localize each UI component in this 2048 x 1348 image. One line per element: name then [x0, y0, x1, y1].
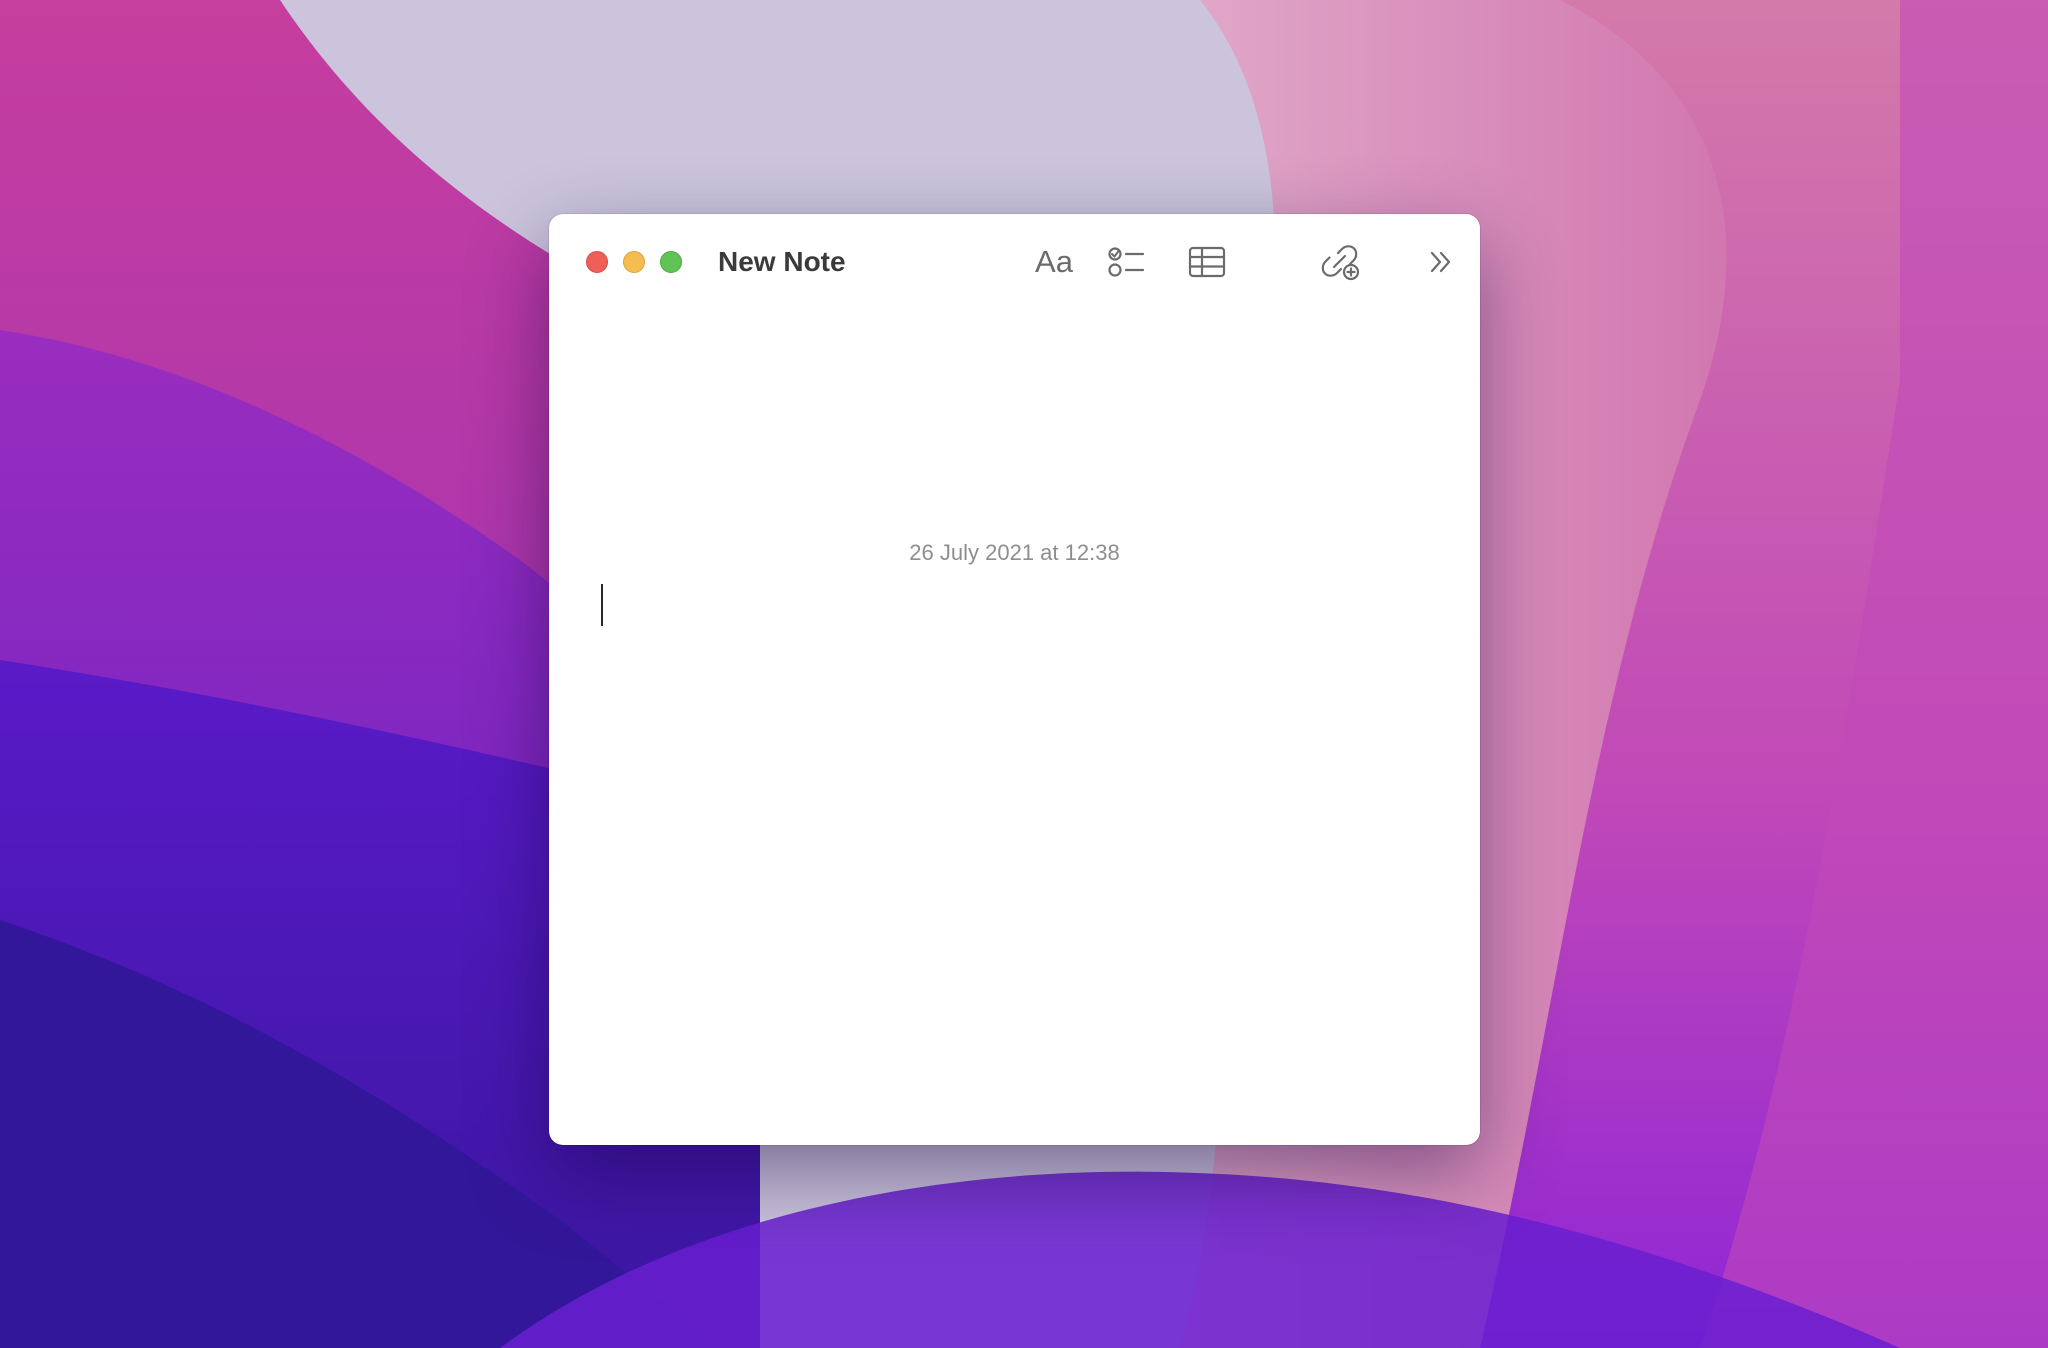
title-bar: New Note Aa	[549, 214, 1480, 310]
checklist-button[interactable]	[1103, 240, 1151, 284]
collaborate-button[interactable]	[1317, 240, 1365, 284]
window-title: New Note	[718, 246, 846, 277]
notes-window: New Note Aa 26 July 2021 at 12:38	[549, 214, 1480, 1145]
note-editor[interactable]	[589, 574, 1440, 1114]
note-timestamp-row: 26 July 2021 at 12:38	[549, 540, 1480, 566]
minimize-button[interactable]	[623, 251, 645, 273]
table-button[interactable]	[1183, 240, 1231, 284]
text-cursor	[601, 584, 603, 626]
table-icon	[1188, 246, 1226, 278]
checklist-icon	[1108, 247, 1145, 277]
format-button[interactable]: Aa	[1025, 240, 1083, 284]
note-timestamp: 26 July 2021 at 12:38	[909, 540, 1120, 565]
close-button[interactable]	[586, 251, 608, 273]
more-toolbar-button[interactable]	[1419, 240, 1463, 284]
link-add-icon	[1321, 245, 1360, 281]
zoom-button[interactable]	[660, 251, 682, 273]
chevron-double-right-icon	[1430, 251, 1451, 273]
text-format-icon: Aa	[1035, 244, 1073, 279]
